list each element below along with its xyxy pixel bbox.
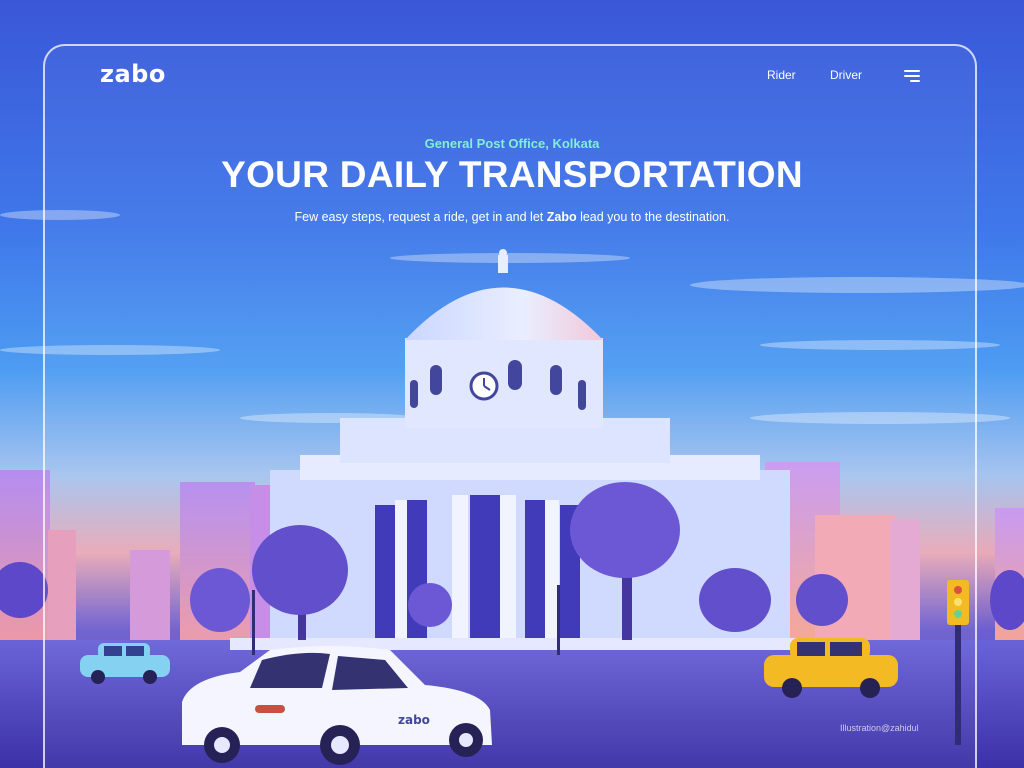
hero-description: Few easy steps, request a ride, get in a… bbox=[0, 210, 1024, 224]
zabo-logo[interactable]: zabo bbox=[100, 60, 166, 88]
hero-location: General Post Office, Kolkata bbox=[424, 136, 600, 151]
illustration-credit: Illustration@zahidul bbox=[840, 723, 919, 733]
nav-driver-link[interactable]: Driver bbox=[830, 68, 862, 82]
hero-description-start: Few easy steps, request a ride, get in a… bbox=[294, 210, 547, 224]
nav-rider-link[interactable]: Rider bbox=[767, 68, 796, 82]
hero-description-brand: Zabo bbox=[546, 210, 577, 224]
content-frame bbox=[43, 44, 977, 768]
hero-title: YOUR DAILY TRANSPORTATION bbox=[221, 154, 803, 195]
hamburger-menu-icon[interactable] bbox=[904, 70, 922, 82]
hero-description-end: lead you to the destination. bbox=[576, 210, 730, 224]
